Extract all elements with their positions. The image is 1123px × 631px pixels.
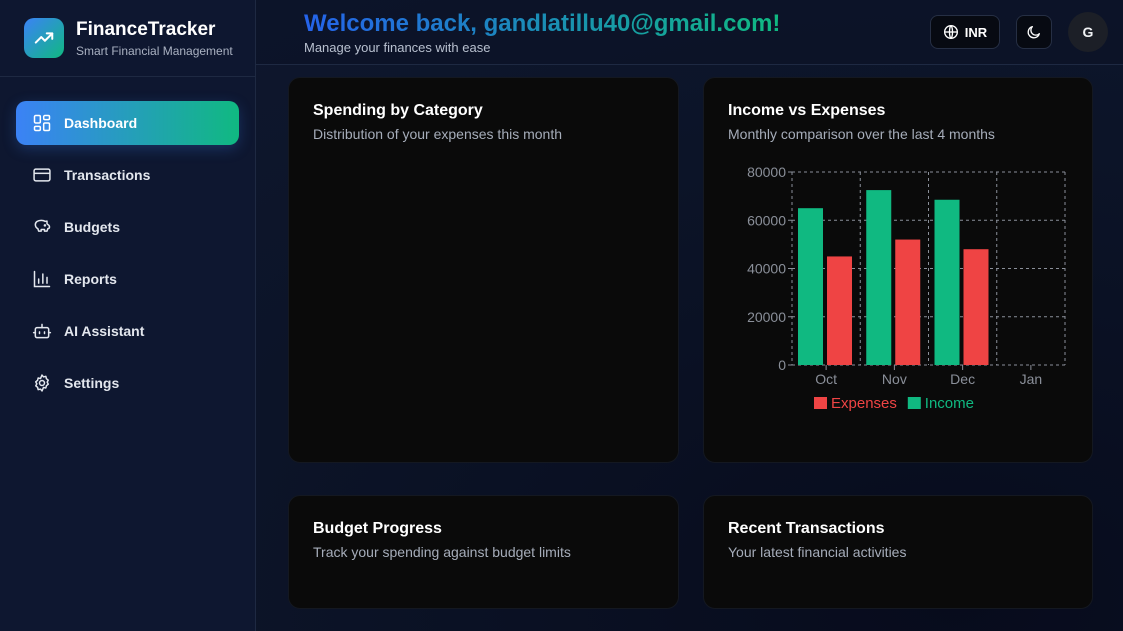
- sidebar-item-label: AI Assistant: [64, 323, 145, 339]
- chart-xtick-label: Dec: [950, 371, 975, 387]
- sidebar-item-reports[interactable]: Reports: [16, 257, 239, 301]
- credit-card-icon: [33, 168, 51, 182]
- chart-bar-expenses-dec: [963, 249, 989, 365]
- brand: FinanceTracker Smart Financial Managemen…: [0, 0, 255, 77]
- sidebar-item-label: Settings: [64, 375, 120, 391]
- trending-up-icon: [24, 18, 64, 58]
- chart-legend-label-income: Income: [925, 395, 974, 412]
- main-content: Welcome back, gandlatillu40@gmail.com! M…: [256, 0, 1123, 631]
- budget-progress-card: Budget Progress Track your spending agai…: [288, 495, 679, 609]
- chart-bar-income-dec: [934, 199, 960, 365]
- card-subtitle: Track your spending against budget limit…: [313, 544, 571, 560]
- app-root: FinanceTracker Smart Financial Managemen…: [0, 0, 1123, 631]
- sidebar-item-ai-assistant[interactable]: AI Assistant: [16, 309, 239, 353]
- chart-bar-income-oct: [798, 208, 823, 365]
- top-header: Welcome back, gandlatillu40@gmail.com! M…: [256, 0, 1123, 65]
- chart-ytick-label: 20000: [747, 309, 786, 325]
- settings-icon: [35, 374, 49, 392]
- chart-ytick-label: 80000: [747, 164, 786, 180]
- chart-legend-swatch-income: [907, 397, 921, 409]
- sidebar: FinanceTracker Smart Financial Managemen…: [0, 0, 256, 631]
- chart-ytick-label: 60000: [747, 212, 786, 228]
- bar-chart-icon: [33, 270, 51, 288]
- piggy-bank-icon: [34, 219, 51, 232]
- sidebar-nav: Dashboard Transactions Budgets Reports A…: [0, 77, 255, 437]
- dashboard-icon: [33, 114, 51, 132]
- brand-name: FinanceTracker: [76, 18, 216, 40]
- chart-legend-label-expenses: Expenses: [831, 395, 897, 412]
- chart-bar-expenses-nov: [895, 239, 921, 365]
- income-vs-expenses-card: Income vs Expenses Monthly comparison ov…: [703, 77, 1093, 463]
- spending-by-category-card: Spending by Category Distribution of you…: [288, 77, 679, 463]
- sidebar-item-settings[interactable]: Settings: [16, 361, 239, 405]
- income-expenses-bar-chart: 0 20000 40000 60000 80000 Oct Nov Dec Jan Expense…: [747, 164, 1066, 412]
- chart-ytick-label: 40000: [747, 261, 786, 277]
- sidebar-item-label: Budgets: [64, 219, 120, 235]
- avatar[interactable]: G: [1068, 12, 1108, 52]
- chart-bar-expenses-oct: [827, 256, 852, 365]
- chart-xtick-label: Nov: [882, 371, 907, 387]
- card-title: Spending by Category: [313, 102, 483, 119]
- welcome-subtitle: Manage your finances with ease: [304, 40, 491, 55]
- globe-icon: [943, 25, 958, 39]
- card-title: Recent Transactions: [728, 520, 885, 537]
- sidebar-item-budgets[interactable]: Budgets: [16, 205, 239, 249]
- chart-xtick-label: Jan: [1020, 371, 1043, 387]
- sidebar-item-transactions[interactable]: Transactions: [16, 153, 239, 197]
- brand-subtitle: Smart Financial Management: [76, 43, 233, 58]
- chart-legend-swatch-expenses: [814, 397, 827, 409]
- sidebar-item-dashboard[interactable]: Dashboard: [16, 101, 239, 145]
- currency-label: INR: [964, 24, 988, 40]
- currency-selector-button[interactable]: INR: [930, 15, 1000, 49]
- recent-transactions-card: Recent Transactions Your latest financia…: [703, 495, 1093, 609]
- card-subtitle: Distribution of your expenses this month: [313, 126, 563, 142]
- chart-xtick-label: Oct: [815, 371, 837, 387]
- card-title: Budget Progress: [313, 520, 442, 537]
- card-subtitle: Your latest financial activities: [728, 544, 907, 560]
- theme-toggle-button[interactable]: [1016, 15, 1052, 49]
- sidebar-item-label: Dashboard: [64, 115, 138, 131]
- moon-icon: [1027, 26, 1040, 39]
- chart-bar-income-nov: [866, 190, 892, 365]
- sidebar-item-label: Reports: [64, 271, 117, 287]
- welcome-heading: Welcome back, gandlatillu40@gmail.com!: [304, 10, 781, 37]
- sidebar-item-label: Transactions: [64, 167, 151, 183]
- bot-icon: [32, 323, 52, 339]
- chart-ytick-label: 0: [778, 357, 786, 373]
